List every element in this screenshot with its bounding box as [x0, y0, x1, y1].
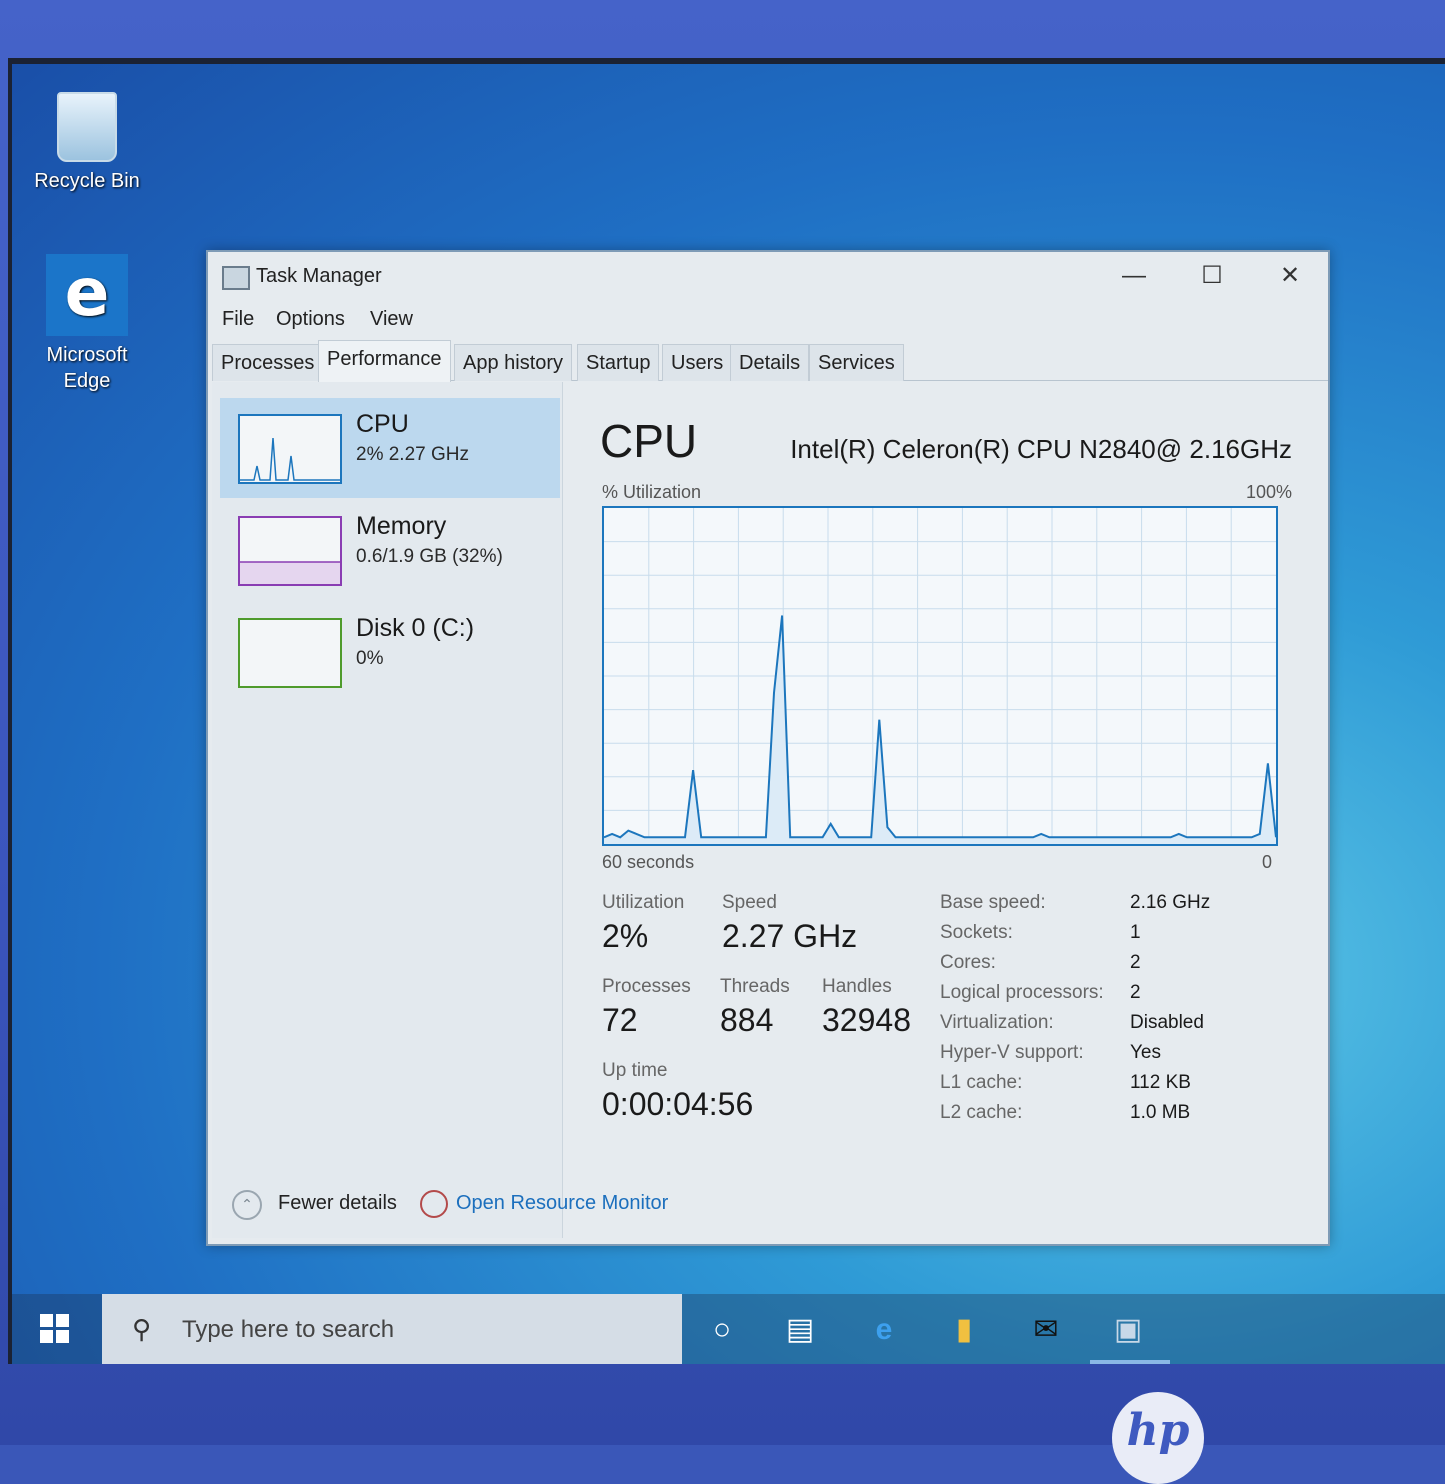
menu-options[interactable]: Options	[276, 308, 345, 331]
search-placeholder: Type here to search	[182, 1316, 395, 1343]
spec-cores-value: 2	[1130, 952, 1141, 973]
active-app-indicator	[1090, 1360, 1170, 1364]
processes-label: Processes	[602, 976, 691, 997]
window-footer: ⌃ Fewer details Open Resource Monitor	[222, 1184, 922, 1224]
speed-value: 2.27 GHz	[722, 918, 858, 954]
edge-shortcut[interactable]: e Microsoft Edge	[27, 254, 147, 394]
chevron-up-icon[interactable]: ⌃	[232, 1190, 262, 1220]
menu-file[interactable]: File	[222, 308, 254, 331]
spec-sockets-label: Sockets:	[940, 922, 1013, 943]
recycle-bin-shortcut[interactable]: Recycle Bin	[27, 92, 147, 194]
spec-sockets-value: 1	[1130, 922, 1141, 943]
utilization-label: Utilization	[602, 892, 685, 913]
edge-taskbar-icon[interactable]: e	[862, 1308, 906, 1352]
mail-icon[interactable]: ✉	[1024, 1308, 1068, 1352]
hp-logo: hp	[1112, 1392, 1204, 1484]
tab-processes[interactable]: Processes	[212, 344, 324, 381]
start-button[interactable]	[40, 1314, 70, 1344]
uptime-value: 0:00:04:56	[602, 1086, 754, 1122]
uptime-label: Up time	[602, 1060, 668, 1081]
cpu-item-subtitle: 2% 2.27 GHz	[356, 444, 469, 465]
cpu-heading: CPU	[600, 415, 698, 467]
speed-label: Speed	[722, 892, 777, 913]
disk-thumbnail-graph	[238, 618, 342, 688]
spec-l1-cache-value: 112 KB	[1130, 1072, 1191, 1093]
edge-label-line1: Microsoft	[46, 344, 128, 366]
tab-performance[interactable]: Performance	[318, 340, 451, 382]
recycle-bin-icon	[57, 92, 117, 162]
cpu-model: Intel(R) Celeron(R) CPU N2840@ 2.16GHz	[790, 434, 1292, 464]
open-resource-monitor-link[interactable]: Open Resource Monitor	[456, 1192, 668, 1215]
spec-l2-cache-label: L2 cache:	[940, 1102, 1023, 1123]
utilization-axis-label: % Utilization	[602, 482, 702, 502]
task-view-icon[interactable]: ▤	[778, 1308, 822, 1352]
cpu-utilization-area	[604, 615, 1276, 844]
menu-view[interactable]: View	[370, 308, 413, 331]
disk-item-subtitle: 0%	[356, 648, 384, 669]
tab-startup[interactable]: Startup	[577, 344, 660, 381]
spec-hyperv-value: Yes	[1130, 1042, 1161, 1063]
spec-logical-processors-label: Logical processors:	[940, 982, 1104, 1003]
resource-item-memory[interactable]: Memory 0.6/1.9 GB (32%)	[220, 500, 560, 600]
cpu-item-title: CPU	[356, 410, 409, 438]
file-explorer-icon[interactable]: ▮	[942, 1308, 986, 1352]
maximize-icon[interactable]: ☐	[1186, 258, 1238, 294]
graph-time-start: 60 seconds	[602, 852, 695, 872]
spec-l2-cache-value: 1.0 MB	[1130, 1102, 1191, 1123]
threads-value: 884	[720, 1002, 774, 1038]
taskbar-search[interactable]: ⚲ Type here to search	[102, 1294, 682, 1364]
cpu-thumbnail-graph	[238, 414, 342, 484]
recycle-bin-label: Recycle Bin	[34, 170, 140, 192]
taskbar: ⚲ Type here to search ○ ▤ e ▮ ✉ ▣	[12, 1294, 1445, 1364]
cpu-detail-pane: CPU Intel(R) Celeron(R) CPU N2840@ 2.16G…	[580, 382, 1328, 1238]
tab-services[interactable]: Services	[809, 344, 904, 381]
spec-l1-cache-label: L1 cache:	[940, 1072, 1023, 1093]
task-manager-taskbar-icon[interactable]: ▣	[1106, 1308, 1150, 1352]
fewer-details-button[interactable]: Fewer details	[278, 1192, 397, 1215]
utilization-axis-max: 100%	[1245, 482, 1292, 502]
spec-hyperv-label: Hyper-V support:	[940, 1042, 1084, 1063]
edge-label-line2: Edge	[63, 370, 111, 392]
menu-bar: File Options View	[208, 300, 1328, 340]
tab-details[interactable]: Details	[730, 344, 810, 381]
graph-time-end: 0	[1262, 852, 1273, 872]
task-manager-icon	[222, 266, 250, 290]
title-bar[interactable]: Task Manager — ☐ ✕	[208, 252, 1328, 300]
spec-base-speed-label: Base speed:	[940, 892, 1046, 913]
spec-virtualization-label: Virtualization:	[940, 1012, 1054, 1033]
desktop-screen: Recycle Bin e Microsoft Edge Task Manage…	[8, 58, 1445, 1364]
spec-cores-label: Cores:	[940, 952, 996, 973]
utilization-value: 2%	[602, 918, 649, 954]
window-title: Task Manager	[256, 265, 382, 287]
spec-virtualization-value: Disabled	[1130, 1012, 1204, 1033]
search-icon: ⚲	[132, 1314, 152, 1344]
spec-base-speed-value: 2.16 GHz	[1130, 892, 1211, 913]
cpu-utilization-line	[603, 615, 1277, 839]
tab-bar: Processes Performance App history Startu…	[212, 340, 1328, 382]
spec-logical-processors-value: 2	[1130, 982, 1141, 1003]
disk-item-title: Disk 0 (C:)	[356, 614, 475, 642]
handles-value: 32948	[822, 1002, 911, 1038]
resource-monitor-icon	[420, 1190, 448, 1218]
memory-thumbnail-graph	[238, 516, 342, 586]
threads-label: Threads	[720, 976, 790, 997]
minimize-icon[interactable]: —	[1108, 258, 1160, 294]
memory-item-subtitle: 0.6/1.9 GB (32%)	[356, 546, 503, 567]
cortana-icon[interactable]: ○	[700, 1308, 744, 1352]
tab-app-history[interactable]: App history	[454, 344, 573, 381]
resource-item-cpu[interactable]: CPU 2% 2.27 GHz	[220, 398, 560, 498]
resource-list: CPU 2% 2.27 GHz Memory 0.6/1.9 GB (32%) …	[212, 382, 563, 1238]
cpu-utilization-graph	[602, 506, 1278, 846]
processes-value: 72	[602, 1002, 638, 1038]
task-manager-window: Task Manager — ☐ ✕ File Options View Pro…	[206, 250, 1330, 1246]
memory-item-title: Memory	[356, 512, 447, 540]
edge-icon: e	[46, 254, 128, 336]
close-icon[interactable]: ✕	[1264, 258, 1316, 294]
tab-users[interactable]: Users	[662, 344, 733, 381]
resource-item-disk[interactable]: Disk 0 (C:) 0%	[220, 602, 560, 702]
handles-label: Handles	[822, 976, 892, 997]
